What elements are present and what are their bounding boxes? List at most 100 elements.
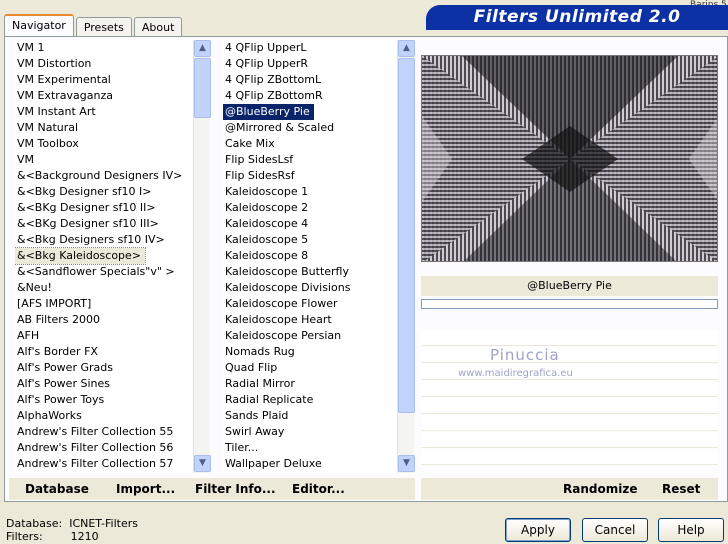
list-item[interactable]: Andrew's Filter Collection 56: [15, 440, 193, 456]
list-item-label: Kaleidoscope 1: [225, 185, 309, 198]
list-item[interactable]: Kaleidoscope 8: [223, 248, 398, 264]
list-item[interactable]: 4 QFlip ZBottomR: [223, 88, 398, 104]
filter-scrollbar[interactable]: ▲ ▼: [397, 40, 415, 473]
list-item[interactable]: @Mirrored & Scaled: [223, 120, 398, 136]
category-list[interactable]: VM 1 VM Distortion VM Experimental VM Extra…: [15, 40, 193, 473]
list-item[interactable]: Kaleidoscope Persian: [223, 328, 398, 344]
scroll-up-icon[interactable]: ▲: [398, 40, 415, 57]
list-item[interactable]: Kaleidoscope 4: [223, 216, 398, 232]
list-item[interactable]: &Neu!: [15, 280, 193, 296]
list-item[interactable]: Alf's Power Toys: [15, 392, 193, 408]
list-item[interactable]: Kaleidoscope 1: [223, 184, 398, 200]
list-item-label: @Mirrored & Scaled: [225, 121, 335, 134]
list-item-label: 4 QFlip UpperR: [225, 57, 309, 70]
database-button[interactable]: Database: [25, 482, 89, 496]
list-item[interactable]: Swirl Away: [223, 424, 398, 440]
filter-info-button[interactable]: Filter Info...: [195, 482, 276, 496]
apply-button[interactable]: Apply: [505, 518, 571, 542]
list-item[interactable]: Kaleidoscope Butterfly: [223, 264, 398, 280]
list-item[interactable]: VM: [15, 152, 193, 168]
list-item[interactable]: Kaleidoscope 5: [223, 232, 398, 248]
list-item[interactable]: @BlueBerry Pie: [223, 104, 398, 120]
list-item[interactable]: VM Experimental: [15, 72, 193, 88]
list-item-label: VM: [17, 153, 35, 166]
list-item[interactable]: &<Bkg Kaleidoscope>: [15, 247, 193, 265]
scroll-down-icon[interactable]: ▼: [194, 455, 211, 472]
list-item[interactable]: VM Instant Art: [15, 104, 193, 120]
list-item[interactable]: &<Bkg Designer sf10 I>: [15, 184, 193, 200]
list-item-label: VM Instant Art: [17, 105, 96, 118]
scroll-thumb[interactable]: [398, 58, 415, 413]
scroll-up-icon[interactable]: ▲: [194, 40, 211, 57]
tab-presets[interactable]: Presets: [75, 17, 132, 36]
list-item[interactable]: Flip SidesRsf: [223, 168, 398, 184]
list-item[interactable]: &<Sandflower Specials"v" >: [15, 264, 193, 280]
list-item[interactable]: &<BKg Designer sf10 III>: [15, 216, 193, 232]
list-item[interactable]: Wallpaper Deluxe: [223, 456, 398, 472]
list-item[interactable]: 4 QFlip UpperL: [223, 40, 398, 56]
list-item-label: Kaleidoscope Heart: [225, 313, 332, 326]
list-item[interactable]: Alf's Power Grads: [15, 360, 193, 376]
tab-about[interactable]: About: [133, 17, 183, 36]
list-item[interactable]: VM 1: [15, 40, 193, 56]
list-item-label: Kaleidoscope Butterfly: [225, 265, 349, 278]
list-item[interactable]: VM Extravaganza: [15, 88, 193, 104]
selected-filter-name: @BlueBerry Pie: [421, 276, 718, 296]
list-item[interactable]: Kaleidoscope 2: [223, 200, 398, 216]
list-item-label: VM 1: [17, 41, 45, 54]
list-item[interactable]: Andrew's Filter Collection 55: [15, 424, 193, 440]
list-item-label: Alf's Power Toys: [17, 393, 105, 406]
cancel-button[interactable]: Cancel: [582, 518, 648, 542]
list-item[interactable]: Kaleidoscope Flower: [223, 296, 398, 312]
list-item-label: Kaleidoscope Divisions: [225, 281, 351, 294]
list-item[interactable]: Kaleidoscope Heart: [223, 312, 398, 328]
parameter-row: [421, 381, 718, 397]
list-item[interactable]: Nomads Rug: [223, 344, 398, 360]
list-item[interactable]: Flip SidesLsf: [223, 152, 398, 168]
list-item-label: Alf's Power Sines: [17, 377, 110, 390]
list-item[interactable]: 4 QFlip ZBottomL: [223, 72, 398, 88]
editor-button[interactable]: Editor...: [292, 482, 345, 496]
scroll-thumb[interactable]: [194, 58, 211, 118]
list-item[interactable]: &<Bkg Designers sf10 IV>: [15, 232, 193, 248]
parameter-row: [421, 415, 718, 431]
list-item[interactable]: VM Natural: [15, 120, 193, 136]
list-item[interactable]: Kaleidoscope Divisions: [223, 280, 398, 296]
list-item-label: 4 QFlip ZBottomR: [225, 89, 323, 102]
list-item-label: Flip SidesLsf: [225, 153, 294, 166]
list-item[interactable]: Cake Mix: [223, 136, 398, 152]
list-item-label: Andrew's Filter Collection 55: [17, 425, 174, 438]
scroll-down-icon[interactable]: ▼: [398, 455, 415, 472]
category-scrollbar[interactable]: ▲ ▼: [193, 40, 211, 473]
list-item[interactable]: [AFS IMPORT]: [15, 296, 193, 312]
filter-list[interactable]: 4 QFlip UpperL 4 QFlip UpperR 4 QFlip ZBot…: [223, 40, 398, 473]
list-item[interactable]: Alf's Power Sines: [15, 376, 193, 392]
randomize-button[interactable]: Randomize: [563, 482, 637, 496]
list-item[interactable]: AFH: [15, 328, 193, 344]
list-item[interactable]: AB Filters 2000: [15, 312, 193, 328]
tab-navigator[interactable]: Navigator: [4, 14, 74, 36]
import-button[interactable]: Import...: [116, 482, 175, 496]
list-item-label: Kaleidoscope 4: [225, 217, 309, 230]
list-item[interactable]: Sands Plaid: [223, 408, 398, 424]
list-item-label: Nomads Rug: [225, 345, 295, 358]
status-filters: Filters: 1210: [6, 530, 99, 543]
list-item[interactable]: Radial Replicate: [223, 392, 398, 408]
help-button[interactable]: Help: [658, 518, 724, 542]
list-item[interactable]: VM Distortion: [15, 56, 193, 72]
list-item[interactable]: Alf's Border FX: [15, 344, 193, 360]
list-item[interactable]: Quad Flip: [223, 360, 398, 376]
list-item-label: VM Natural: [17, 121, 79, 134]
list-item[interactable]: 4 QFlip UpperR: [223, 56, 398, 72]
list-item[interactable]: Radial Mirror: [223, 376, 398, 392]
list-item[interactable]: VM Toolbox: [15, 136, 193, 152]
reset-button[interactable]: Reset: [662, 482, 700, 496]
list-item[interactable]: Tiler...: [223, 440, 398, 456]
list-item[interactable]: &<BKg Designer sf10 II>: [15, 200, 193, 216]
list-item[interactable]: AlphaWorks: [15, 408, 193, 424]
list-item-label: &<Background Designers IV>: [17, 169, 183, 182]
parameter-row: [421, 330, 718, 346]
list-item-label: AB Filters 2000: [17, 313, 101, 326]
list-item[interactable]: &<Background Designers IV>: [15, 168, 193, 184]
list-item[interactable]: Andrew's Filter Collection 57: [15, 456, 193, 472]
